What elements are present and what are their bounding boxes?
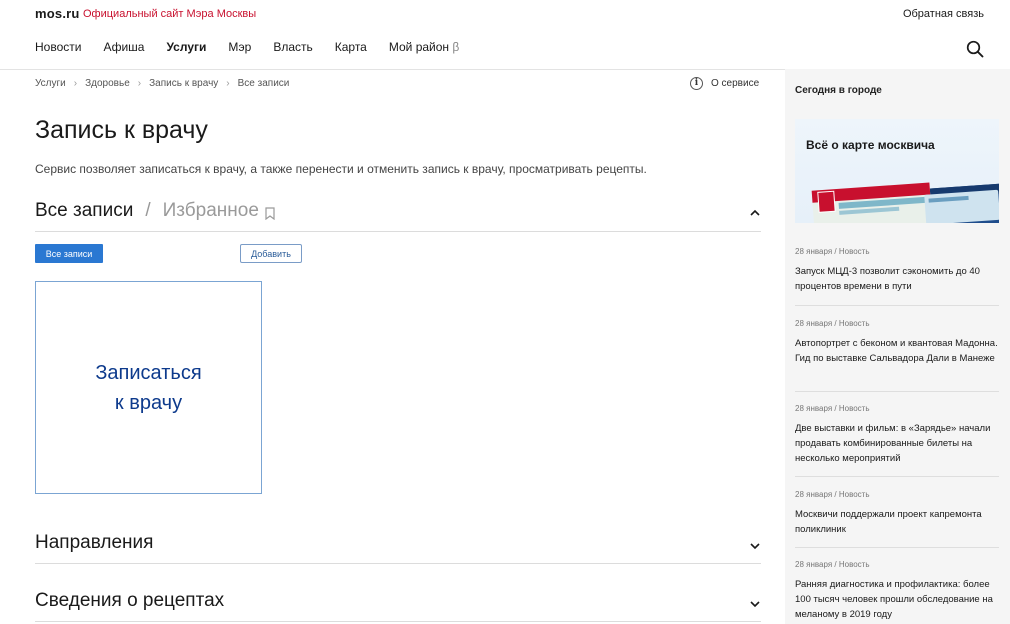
prescriptions-section-header[interactable]: Сведения о рецептах [35, 590, 761, 622]
about-service-label: О сервисе [711, 78, 760, 89]
site-logo[interactable]: mos.ru [35, 6, 80, 21]
nav-item-power[interactable]: Власть [273, 40, 312, 58]
about-service-link[interactable]: i О сервисе [690, 77, 759, 90]
records-section-header: Все записи / Избранное [35, 200, 761, 232]
nav-item-services[interactable]: Услуги [166, 40, 206, 58]
news-item[interactable]: 28 января / Новость Ранняя диагностика и… [795, 560, 999, 622]
records-tabs: Все записи / Избранное [35, 200, 761, 222]
add-button[interactable]: Добавить [240, 244, 302, 263]
news-headline[interactable]: Две выставки и фильм: в «Зарядье» начали… [795, 421, 999, 466]
news-item[interactable]: 28 января / Новость Автопортрет с беконо… [795, 319, 999, 366]
news-meta: 28 января / Новость [795, 319, 870, 328]
breadcrumb-item-services[interactable]: Услуги [35, 78, 66, 89]
nav-item-my-district[interactable]: Мой район β [389, 40, 459, 58]
tab-favorites[interactable]: Избранное [163, 200, 259, 222]
nav-item-news[interactable]: Новости [35, 40, 81, 58]
chevron-right-icon: › [73, 78, 78, 89]
page-title: Запись к врачу [35, 116, 208, 144]
main-nav: Новости Афиша Услуги Мэр Власть Карта Мо… [35, 40, 481, 58]
news-divider [795, 547, 999, 548]
news-meta: 28 января / Новость [795, 490, 870, 499]
news-headline[interactable]: Москвичи поддержали проект капремонта по… [795, 507, 999, 537]
news-headline[interactable]: Запуск МЦД-3 позволит сэкономить до 40 п… [795, 264, 999, 294]
page-description: Сервис позволяет записаться к врачу, а т… [35, 162, 647, 176]
chevron-right-icon: › [137, 78, 142, 89]
news-meta: 28 января / Новость [795, 247, 870, 256]
book-appointment-card[interactable]: Записаться к врачу [35, 281, 262, 494]
news-item[interactable]: 28 января / Новость Запуск МЦД-3 позволи… [795, 247, 999, 294]
chevron-right-icon: › [226, 78, 230, 89]
card-line-1: Записаться [95, 361, 202, 384]
beta-mark: β [452, 40, 460, 54]
tab-all-records[interactable]: Все записи [35, 200, 133, 222]
news-divider [795, 391, 999, 392]
prescriptions-title: Сведения о рецептах [35, 590, 225, 611]
site-description[interactable]: Официальный сайт Мэра Москвы [83, 8, 256, 20]
moscow-card-banner[interactable]: Всё о карте москвича [795, 119, 999, 223]
nav-divider [0, 69, 785, 70]
news-meta: 28 января / Новость [795, 560, 870, 569]
info-icon: i [690, 77, 703, 90]
banner-text: Всё о карте москвича [806, 138, 935, 152]
chevron-down-icon[interactable] [749, 598, 761, 610]
feedback-link[interactable]: Обратная связь [903, 8, 984, 20]
chevron-down-icon[interactable] [749, 540, 761, 552]
moscow-card-image [811, 182, 999, 223]
card-line-2: к врачу [114, 391, 183, 414]
breadcrumb-item-doctor-appointment[interactable]: Запись к врачу [149, 78, 218, 89]
breadcrumb-item-health[interactable]: Здоровье [85, 78, 130, 89]
tab-separator: / [145, 200, 151, 221]
top-bar: mos.ru Официальный сайт Мэра Москвы Обра… [0, 0, 1010, 28]
nav-item-map[interactable]: Карта [335, 40, 367, 58]
news-divider [795, 305, 999, 306]
bookmark-icon[interactable] [265, 206, 275, 220]
news-divider [795, 476, 999, 477]
news-headline[interactable]: Автопортрет с беконом и квантовая Мадонн… [795, 336, 999, 366]
news-headline[interactable]: Ранняя диагностика и профилактика: более… [795, 577, 999, 622]
breadcrumb: Услуги › Здоровье › Запись к врачу › Все… [35, 78, 289, 89]
news-meta: 28 января / Новость [795, 404, 870, 413]
book-appointment-label: Записаться к врачу [74, 358, 224, 418]
nav-item-mayor[interactable]: Мэр [228, 40, 251, 58]
nav-item-my-district-label: Мой район [388, 40, 450, 54]
breadcrumb-item-all-records: Все записи [237, 78, 290, 89]
all-records-button[interactable]: Все записи [35, 244, 103, 263]
nav-item-afisha[interactable]: Афиша [103, 40, 144, 58]
directions-section-header[interactable]: Направления [35, 532, 761, 564]
chevron-up-icon[interactable] [749, 207, 761, 219]
news-item[interactable]: 28 января / Новость Две выставки и фильм… [795, 404, 999, 466]
directions-title: Направления [35, 532, 154, 553]
search-icon[interactable] [966, 40, 984, 58]
news-item[interactable]: 28 января / Новость Москвичи поддержали … [795, 490, 999, 537]
sidebar-title: Сегодня в городе [795, 85, 882, 96]
sidebar: Сегодня в городе Всё о карте москвича 28… [785, 69, 1010, 624]
